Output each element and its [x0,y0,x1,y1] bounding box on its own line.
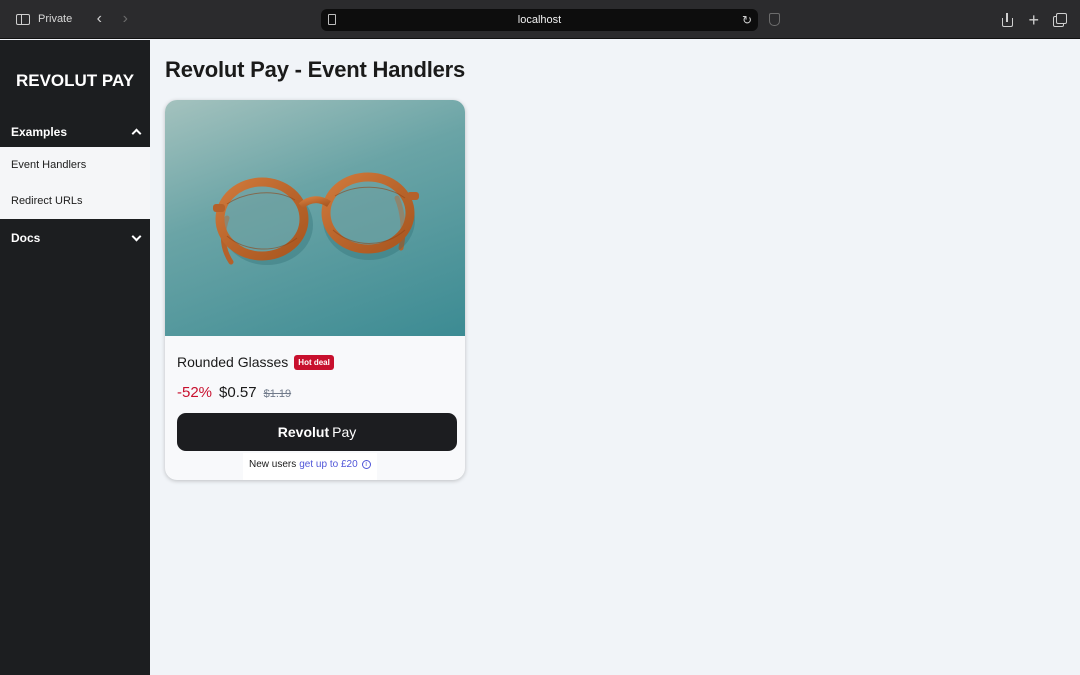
nav-group-label: Examples [11,124,68,139]
sidebar-item-redirect-urls[interactable]: Redirect URLs [0,183,150,219]
nav-group-examples-toggle[interactable]: Examples [0,116,150,147]
sidebar-item-label: Redirect URLs [11,195,83,207]
sidebar-item-event-handlers[interactable]: Event Handlers [0,147,150,183]
info-icon[interactable]: i [361,460,371,469]
chevron-up-icon [131,128,142,139]
url-text: localhost [517,14,562,26]
private-mode-label: Private [38,13,73,25]
promo-banner: New users get up to £20 i [243,453,377,480]
revolut-pay-brand: Revolut [277,424,330,440]
nav-group-docs-toggle[interactable]: Docs [0,222,150,253]
page-icon [328,14,336,25]
back-button[interactable]: ‹ [86,11,112,27]
forward-button[interactable]: › [112,11,138,27]
tab-overview-icon[interactable] [1053,13,1067,27]
hot-deal-badge: Hot deal [294,354,334,370]
address-bar[interactable]: localhost ↻ [321,9,758,31]
current-price: $0.57 [219,384,257,401]
sidebar: REVOLUT PAY Examples Event Handlers Redi… [0,40,150,675]
glasses-image [213,172,419,265]
new-tab-icon[interactable]: + [1028,11,1039,29]
share-icon[interactable] [1001,12,1014,27]
browser-toolbar: Private ‹ › localhost ↻ + [0,0,1080,39]
revolut-pay-word: Pay [332,424,357,440]
product-card-body: Rounded Glasses Hot deal -52% $0.57 $1.1… [165,336,465,451]
nav-group-examples: Examples Event Handlers Redirect URLs [0,116,150,219]
chevron-down-icon [131,231,142,241]
original-price: $1.19 [263,388,292,400]
nav-group-docs: Docs [0,222,150,253]
product-image [165,100,465,336]
revolut-pay-button[interactable]: Revolut Pay [177,413,457,451]
privacy-shield-icon[interactable] [769,13,780,26]
product-title-row: Rounded Glasses Hot deal [177,354,457,370]
promo-link[interactable]: get up to £20 [299,459,357,470]
product-card: Rounded Glasses Hot deal -52% $0.57 $1.1… [165,100,465,480]
price-row: -52% $0.57 $1.19 [177,384,457,401]
discount-percent: -52% [177,384,213,401]
reload-icon[interactable]: ↻ [742,13,752,27]
examples-submenu: Event Handlers Redirect URLs [0,147,150,219]
brand-logo[interactable]: REVOLUT PAY [0,71,150,91]
product-title: Rounded Glasses [177,354,289,370]
page-title: Revolut Pay - Event Handlers [165,57,466,82]
sidebar-toggle-icon[interactable] [16,13,30,25]
sidebar-item-label: Event Handlers [11,159,87,171]
nav-group-label: Docs [11,230,41,245]
promo-text: New users [249,459,297,470]
